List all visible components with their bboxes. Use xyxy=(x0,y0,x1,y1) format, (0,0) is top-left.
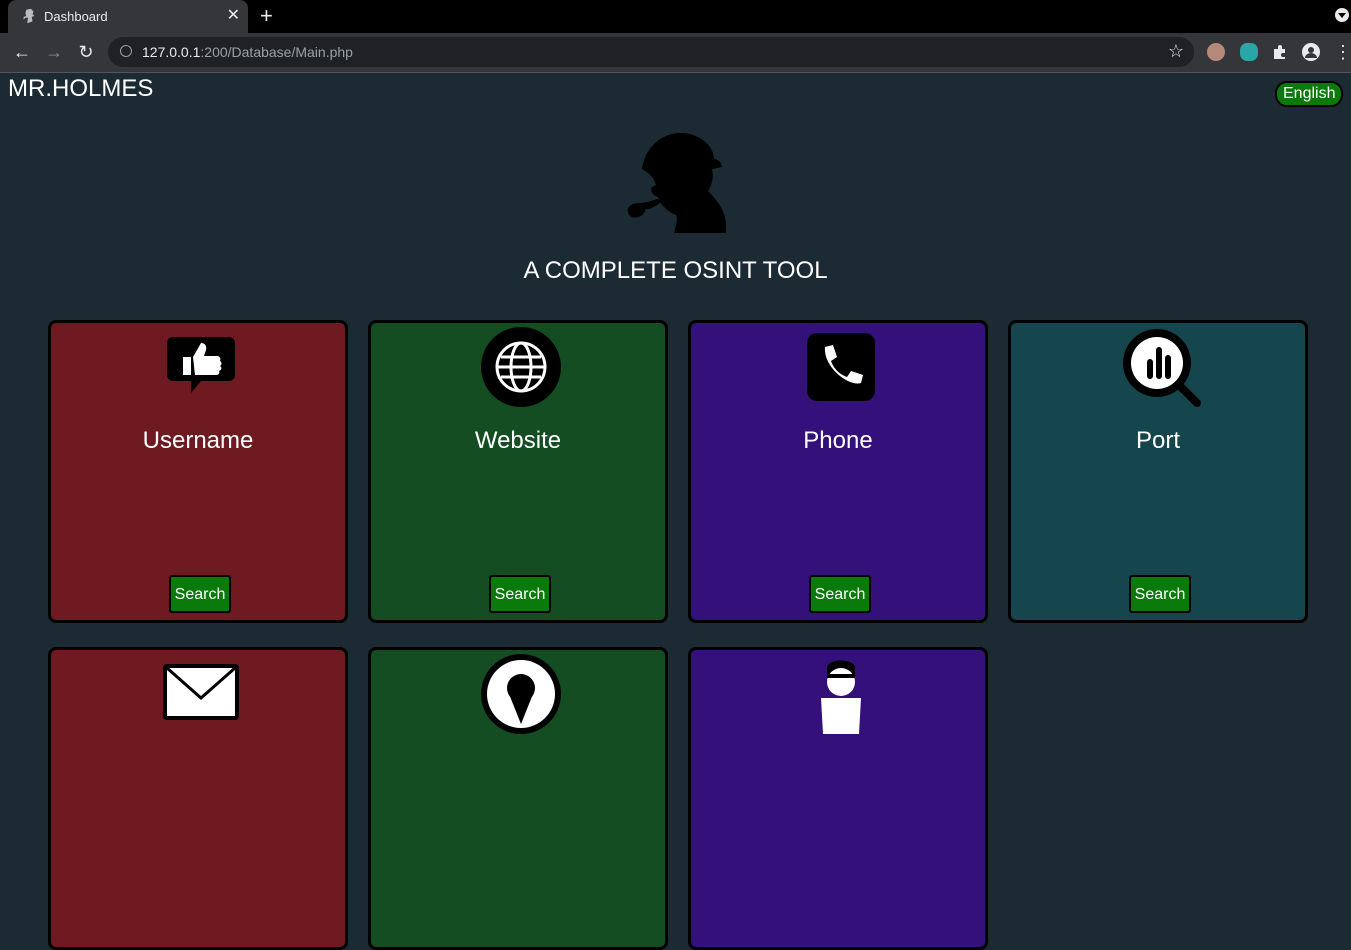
person-card xyxy=(688,647,988,950)
extension-owl-icon[interactable] xyxy=(1207,43,1225,61)
site-info-icon[interactable] xyxy=(120,45,132,57)
phone-card: Phone Search xyxy=(688,320,988,623)
address-bar[interactable]: 127.0.0.1:200/Database/Main.php ☆ xyxy=(108,37,1194,67)
bookmark-star-icon[interactable]: ☆ xyxy=(1168,41,1184,62)
envelope-icon xyxy=(163,664,239,720)
globe-icon xyxy=(481,327,561,407)
location-card xyxy=(368,647,668,950)
detective-favicon-icon xyxy=(23,8,35,24)
website-search-button[interactable]: Search xyxy=(489,575,551,613)
username-search-button[interactable]: Search xyxy=(169,575,231,613)
profile-avatar-icon[interactable] xyxy=(1302,43,1320,61)
username-card: Username Search xyxy=(48,320,348,623)
close-tab-icon[interactable]: ✕ xyxy=(227,6,240,26)
browser-toolbar: ← → ↻ 127.0.0.1:200/Database/Main.php ☆ … xyxy=(0,33,1351,73)
tab-title: Dashboard xyxy=(44,9,108,24)
card-title: Port xyxy=(1135,427,1180,454)
new-tab-icon[interactable]: + xyxy=(260,4,273,28)
search-chart-icon xyxy=(1123,329,1201,407)
extension-alien-icon[interactable] xyxy=(1240,43,1258,61)
thumbs-up-speech-icon xyxy=(167,337,235,393)
phone-search-button[interactable]: Search xyxy=(809,575,871,613)
reload-icon[interactable]: ↻ xyxy=(74,40,98,64)
email-card xyxy=(48,647,348,950)
detective-logo-icon xyxy=(627,132,726,233)
card-title: Phone xyxy=(803,427,873,454)
website-card: Website Search xyxy=(368,320,668,623)
browser-menu-icon[interactable]: ⋮ xyxy=(1334,40,1351,64)
port-card: Port Search xyxy=(1008,320,1308,623)
port-search-button[interactable]: Search xyxy=(1129,575,1191,613)
forward-icon[interactable]: → xyxy=(42,40,66,64)
tab-search-icon[interactable] xyxy=(1335,8,1349,22)
card-title: Username xyxy=(142,427,254,454)
extensions-puzzle-icon[interactable] xyxy=(1271,43,1289,61)
browser-tab-strip: Dashboard ✕ + xyxy=(0,0,1351,33)
back-icon[interactable]: ← xyxy=(10,40,34,64)
url-text[interactable]: 127.0.0.1:200/Database/Main.php xyxy=(142,44,353,60)
phone-icon xyxy=(807,333,875,401)
page-content: MR.HOLMES English A COMPLETE OSINT TOOL … xyxy=(0,73,1351,950)
hero-subtitle: A COMPLETE OSINT TOOL xyxy=(523,257,828,284)
location-pin-icon xyxy=(481,654,561,734)
card-title: Website xyxy=(474,427,562,454)
browser-tab[interactable]: Dashboard ✕ xyxy=(8,0,248,33)
brand-title: MR.HOLMES xyxy=(8,75,154,102)
person-icon xyxy=(821,660,861,734)
language-button[interactable]: English xyxy=(1275,81,1344,107)
